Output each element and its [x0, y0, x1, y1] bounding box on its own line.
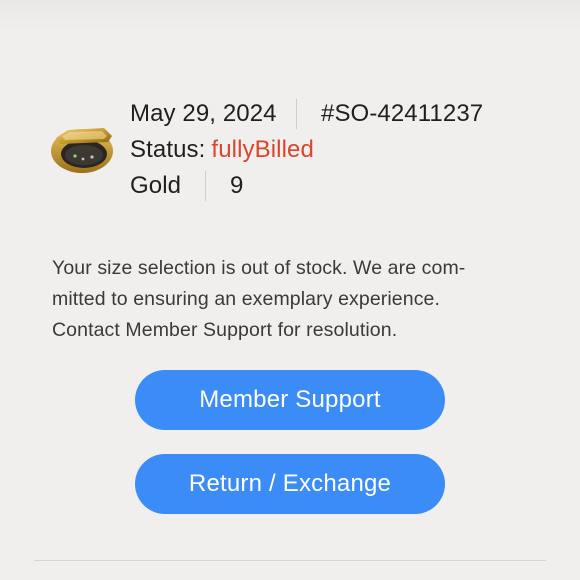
member-support-button[interactable]: Member Support [135, 370, 445, 430]
order-card: May 29, 2024 #SO-42411237 Status: fullyB… [0, 0, 580, 580]
ring-size: 9 [230, 172, 244, 199]
message-line: Contact Member Support for resolution. [52, 319, 398, 341]
divider [34, 560, 546, 561]
order-info: May 29, 2024 #SO-42411237 Status: fullyB… [130, 96, 530, 204]
status-value: fullyBilled [211, 136, 314, 163]
divider-vertical [205, 171, 206, 201]
order-date: May 29, 2024 [130, 100, 277, 127]
order-status-row: Status: fullyBilled [130, 132, 530, 168]
order-date-row: May 29, 2024 #SO-42411237 [130, 96, 530, 132]
return-exchange-button[interactable]: Return / Exchange [135, 454, 445, 514]
status-label: Status: [130, 136, 206, 163]
ring-color: Gold [130, 172, 182, 199]
order-variant-row: Gold 9 [130, 168, 530, 204]
top-fade [0, 0, 580, 30]
message-line: mitted to ensuring an exemplary experien… [52, 288, 441, 310]
stock-message: Your size selection is out of stock. We … [52, 253, 542, 346]
message-line: Your size selection is out of stock. We … [52, 257, 466, 279]
divider-vertical [296, 99, 297, 129]
order-number: #SO-42411237 [321, 100, 484, 127]
gold-ring-icon [51, 128, 113, 173]
